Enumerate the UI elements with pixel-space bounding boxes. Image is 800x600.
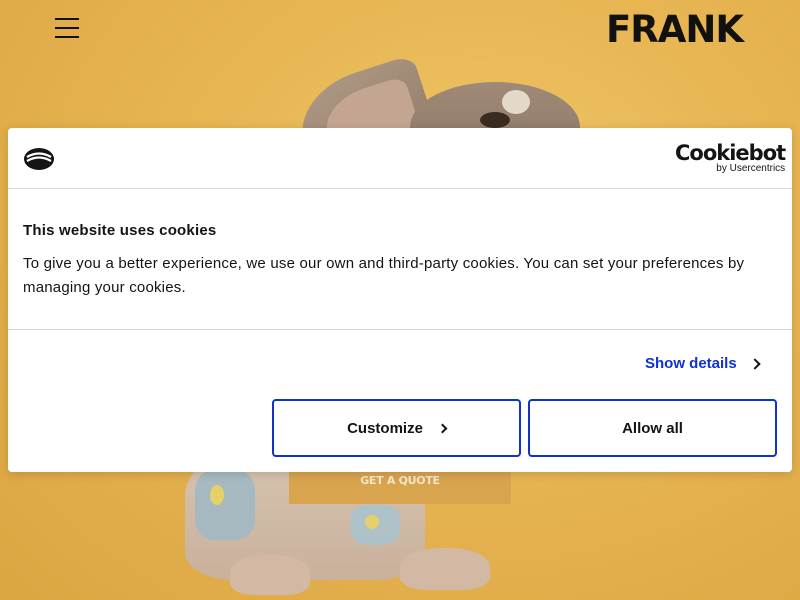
- dog-image-paw: [230, 555, 310, 595]
- dog-image-eye: [480, 112, 510, 128]
- chevron-right-icon: [749, 357, 761, 370]
- site-logo[interactable]: FRANK: [606, 8, 744, 51]
- dog-image-shirt: [195, 470, 255, 540]
- cookie-icon: [24, 148, 54, 170]
- chevron-right-icon: [437, 423, 448, 433]
- dog-image-pattern: [210, 485, 224, 505]
- cookie-consent-dialog: Cookiebot by Usercentrics This website u…: [8, 128, 792, 472]
- cookie-dialog-title: This website uses cookies: [23, 222, 217, 239]
- cookie-dialog-body: This website uses cookies To give you a …: [8, 189, 792, 330]
- dog-image-paw: [400, 548, 490, 590]
- hamburger-menu-icon[interactable]: [55, 18, 79, 38]
- cookiebot-logo[interactable]: Cookiebot by Usercentrics: [675, 141, 786, 174]
- allow-all-button[interactable]: Allow all: [528, 399, 777, 457]
- customize-label: Customize: [347, 419, 423, 437]
- cookiebot-logo-name: Cookiebot: [675, 141, 786, 165]
- cookie-dialog-text: To give you a better experience, we use …: [23, 255, 745, 296]
- dog-image-pattern: [365, 515, 379, 529]
- dog-image-blaze: [502, 90, 530, 114]
- cookie-dialog-header: Cookiebot by Usercentrics: [8, 128, 792, 189]
- show-details-label: Show details: [645, 355, 737, 372]
- customize-button[interactable]: Customize: [272, 399, 521, 457]
- show-details-link[interactable]: Show details: [645, 355, 761, 372]
